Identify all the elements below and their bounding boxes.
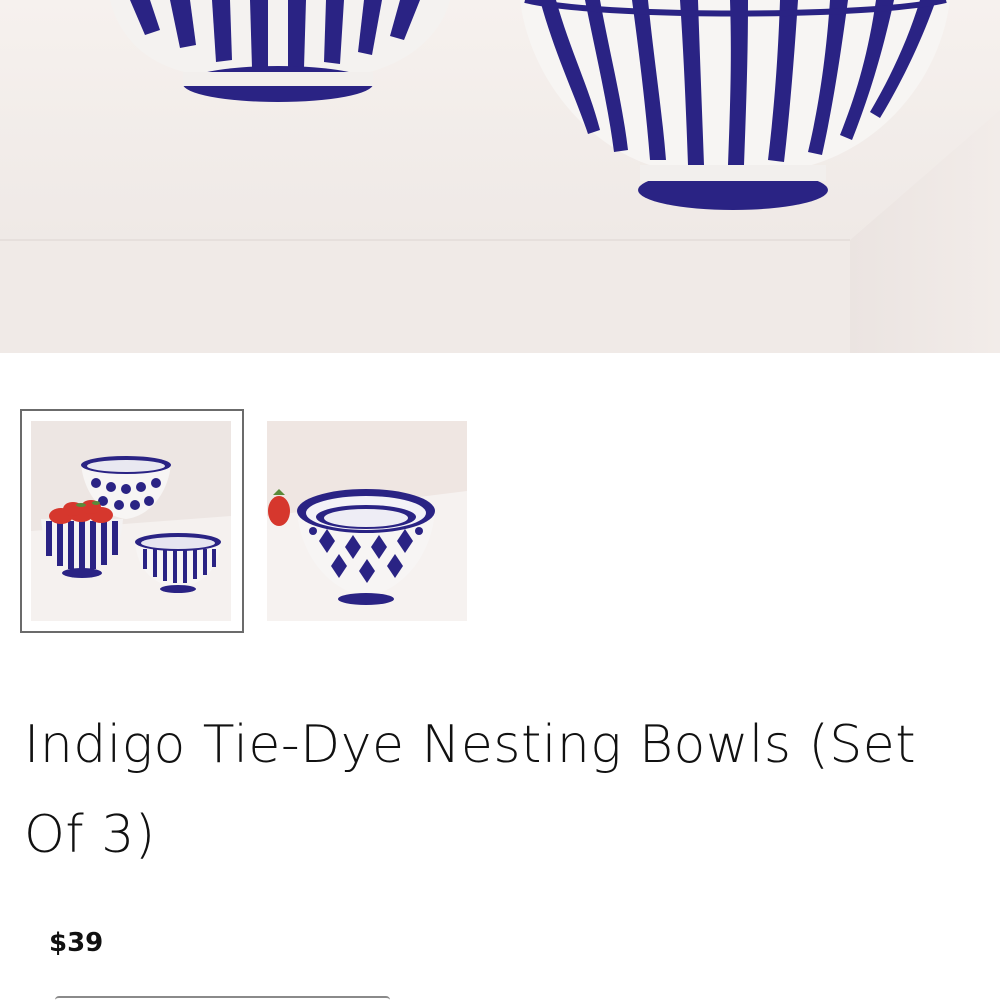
product-title: Indigo Tie-Dye Nesting Bowls (Set Of 3) — [24, 715, 917, 865]
product-page: Indigo Tie-Dye Nesting Bowls (Set Of 3) … — [0, 0, 1000, 1000]
quantity-selector[interactable] — [55, 996, 390, 1000]
thumbnail-1[interactable] — [31, 421, 231, 621]
product-price: $39 — [49, 928, 104, 958]
hero-product-image[interactable] — [0, 0, 1000, 353]
thumbnail-2[interactable] — [267, 421, 467, 621]
